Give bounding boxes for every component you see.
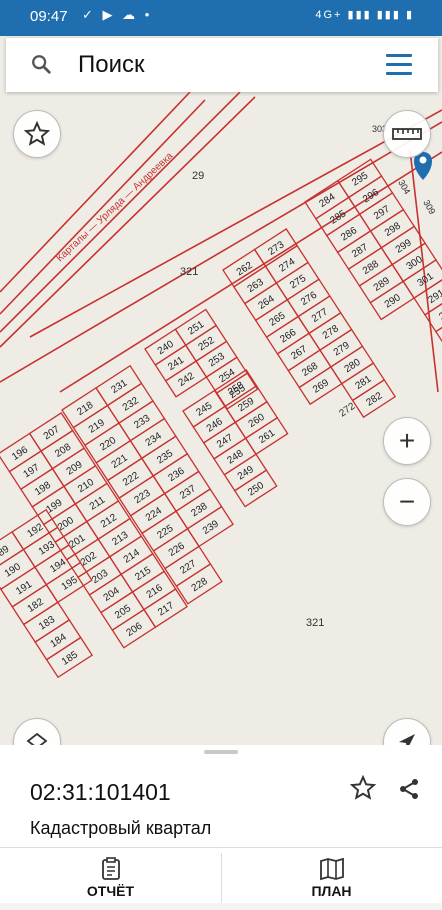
- report-label: ОТЧЁТ: [86, 883, 135, 899]
- parcel-number: 291: [426, 287, 442, 306]
- map-label-309: 309: [421, 198, 437, 216]
- bottom-sheet: 02:31:101401 Кадастровый квартал ОТЧЁТ П…: [0, 745, 442, 910]
- report-button[interactable]: ОТЧЁТ: [0, 851, 221, 907]
- parcel-number: 261: [257, 427, 277, 446]
- zoom-in-button[interactable]: +: [383, 417, 431, 465]
- status-icons: ✓ ▶ ☁ •: [82, 7, 153, 22]
- parcel-number: 252: [197, 335, 217, 354]
- cadastral-number: 02:31:101401: [30, 779, 171, 805]
- map-label-321: 321: [180, 266, 198, 278]
- map-label-304: 304: [396, 178, 412, 196]
- location-pin-icon[interactable]: [413, 152, 433, 180]
- search-bar[interactable]: Поиск: [6, 38, 438, 92]
- parcel-grid[interactable]: 2182192202212222232242252262272282312322…: [0, 158, 442, 679]
- map-label-321-south: 321: [306, 617, 324, 629]
- sheet-drag-handle[interactable]: [204, 750, 238, 754]
- parcel-number: 242: [176, 370, 196, 389]
- parcel-number: 249: [236, 464, 256, 483]
- star-icon: [24, 121, 50, 146]
- parcel-number: 248: [225, 448, 245, 467]
- plan-label: ПЛАН: [311, 883, 352, 899]
- ruler-button[interactable]: [383, 110, 431, 158]
- parcel-number: 250: [246, 480, 266, 499]
- status-time: 09:47: [30, 8, 68, 25]
- plus-icon: +: [398, 425, 416, 456]
- status-signal: 4G+ ▮▮▮ ▮▮▮ ▮: [315, 9, 414, 21]
- favorite-map-button[interactable]: [13, 110, 61, 158]
- search-label[interactable]: Поиск: [78, 51, 145, 79]
- ruler-icon: [392, 128, 422, 140]
- zoom-out-button[interactable]: −: [383, 478, 431, 526]
- status-bar: 09:47 ✓ ▶ ☁ • 4G+ ▮▮▮ ▮▮▮ ▮: [0, 0, 442, 36]
- search-icon[interactable]: [30, 53, 52, 75]
- parcel-number: 245: [194, 400, 214, 419]
- parcel-number: 251: [186, 319, 206, 338]
- share-icon[interactable]: [397, 777, 421, 801]
- map-label-29: 29: [192, 170, 204, 182]
- parcel-number: 260: [247, 411, 267, 430]
- map-canvas[interactable]: Карталы — Урляда — Андреевка 29 321 321 …: [0, 92, 442, 745]
- system-nav-bar: [0, 903, 442, 910]
- favorite-star-icon[interactable]: [350, 775, 376, 801]
- parcel-number: 246: [205, 416, 225, 435]
- map-icon: [319, 857, 344, 881]
- road-label: Карталы — Урляда — Андреевка: [55, 150, 176, 264]
- parcel-number: 241: [166, 354, 186, 373]
- menu-icon[interactable]: [386, 54, 412, 76]
- parcel-number: 240: [156, 339, 176, 358]
- parcel-number: 259: [236, 396, 256, 415]
- parcel-number: 247: [215, 432, 235, 451]
- cadastral-subtitle: Кадастровый квартал: [30, 818, 212, 838]
- minus-icon: −: [398, 486, 416, 517]
- parcel-number: 189: [0, 544, 12, 563]
- parcel-number: 253: [207, 351, 227, 370]
- clipboard-icon: [101, 857, 120, 880]
- parcel-number: 258: [226, 380, 246, 399]
- sheet-divider: [0, 847, 442, 848]
- plan-button[interactable]: ПЛАН: [221, 851, 442, 907]
